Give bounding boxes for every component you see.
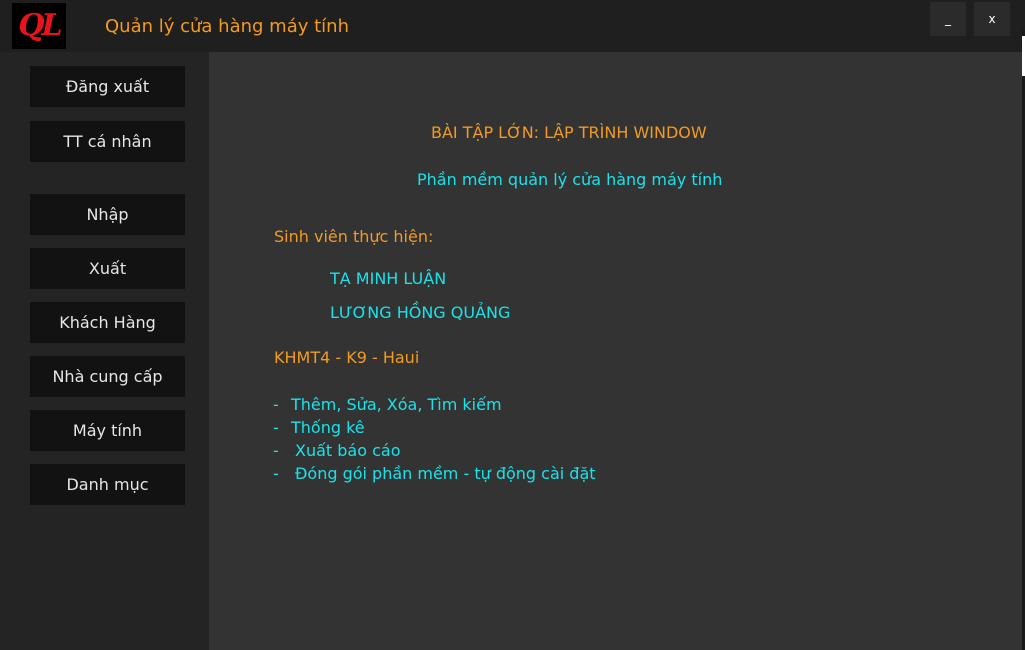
feature-text: Đóng gói phần mềm - tự động cài đặt [295,464,596,483]
close-icon: x [988,12,996,26]
student-name: TẠ MINH LUẬN [330,269,447,288]
bullet-dash: - [273,395,279,414]
feature-text: Thống kê [291,418,365,437]
student-name: LƯƠNG HỒNG QUẢNG [330,303,511,322]
bullet-dash: - [273,464,279,483]
computers-button[interactable]: Máy tính [30,410,185,451]
minimize-button[interactable]: _ [930,2,966,36]
import-button[interactable]: Nhập [30,194,185,235]
personal-info-button[interactable]: TT cá nhân [30,121,185,162]
logout-button[interactable]: Đăng xuất [30,66,185,107]
feature-item: - Xuất báo cáo [273,441,401,461]
project-subheading: Phần mềm quản lý cửa hàng máy tính [417,170,723,189]
window-title: Quản lý cửa hàng máy tính [105,16,349,37]
categories-button[interactable]: Danh mục [30,464,185,505]
title-bar[interactable]: QL Quản lý cửa hàng máy tính _ x [0,0,1025,52]
app-logo-text: QL [18,8,62,43]
sidebar: Đăng xuất TT cá nhân Nhập Xuất Khách Hàn… [0,52,209,650]
main-window: QL Quản lý cửa hàng máy tính _ x Đăng xu… [0,0,1025,650]
class-info: KHMT4 - K9 - Haui [274,348,420,367]
export-button[interactable]: Xuất [30,248,185,289]
suppliers-button[interactable]: Nhà cung cấp [30,356,185,397]
app-logo: QL [12,3,66,49]
feature-item: - Đóng gói phần mềm - tự động cài đặt [273,464,596,484]
bullet-dash: - [273,418,279,437]
feature-item: - Thống kê [273,418,365,438]
content-panel: BÀI TẬP LỚN: LẬP TRÌNH WINDOW Phần mềm q… [209,52,1022,650]
feature-text: Xuất báo cáo [295,441,401,460]
bullet-dash: - [273,441,279,460]
minimize-icon: _ [945,12,951,26]
customers-button[interactable]: Khách Hàng [30,302,185,343]
feature-text: Thêm, Sửa, Xóa, Tìm kiếm [291,395,502,414]
feature-item: - Thêm, Sửa, Xóa, Tìm kiếm [273,395,502,415]
project-heading: BÀI TẬP LỚN: LẬP TRÌNH WINDOW [431,123,707,142]
close-button[interactable]: x [974,2,1010,36]
students-label: Sinh viên thực hiện: [274,227,434,246]
